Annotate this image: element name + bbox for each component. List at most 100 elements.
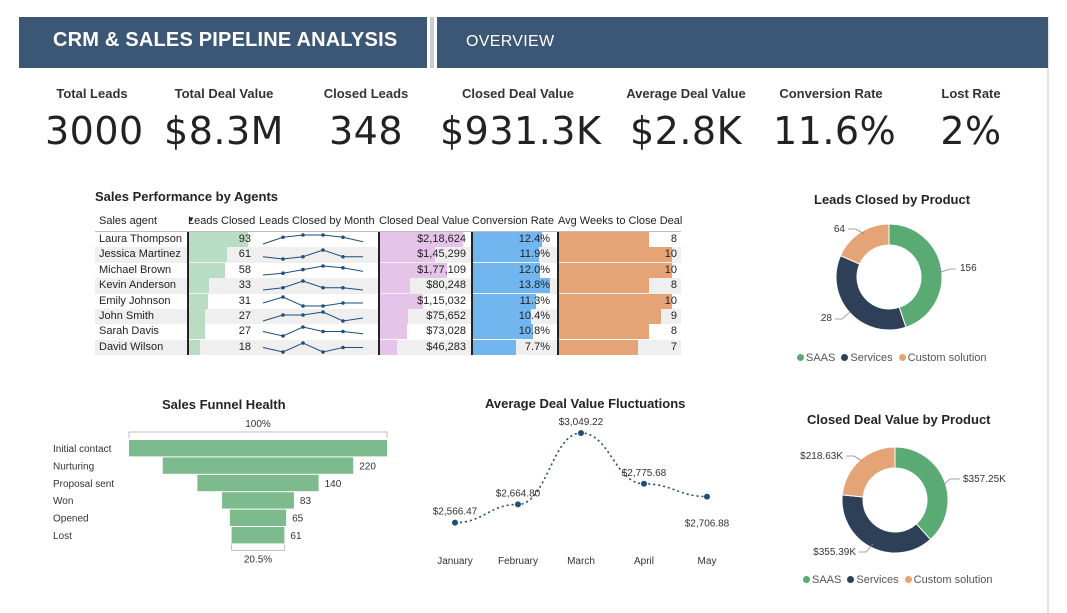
funnel-category-label: Lost <box>53 531 72 542</box>
donut-slice-services[interactable] <box>841 494 932 554</box>
cell-deal-value: $1,77,109 <box>417 263 466 276</box>
sparkline-point <box>321 248 325 253</box>
cell-deal-value: $1,15,032 <box>417 294 466 307</box>
sparkline-point <box>321 330 325 334</box>
cell-avg-weeks: 10 <box>664 248 677 261</box>
kpi-closed-leads: Closed Leads 348 <box>318 86 414 153</box>
cell-avg-weeks: 7 <box>670 340 677 353</box>
sparkline <box>262 233 364 245</box>
funnel-title: Sales Funnel Health <box>162 397 286 412</box>
col-avg-weeks[interactable]: Avg Weeks to Close Deal <box>558 215 682 227</box>
funnel-bar[interactable] <box>229 509 287 526</box>
kpi-closed-deal-value: Closed Deal Value $931.3K <box>440 86 601 153</box>
donut-slice-custom-solution[interactable] <box>839 223 890 265</box>
agents-table-title: Sales Performance by Agents <box>95 189 279 204</box>
cell-leads-closed: 27 <box>238 309 251 322</box>
table-row[interactable]: David Wilson 18 $46,283 7.7% 7 <box>95 339 681 356</box>
sparkline-point <box>301 267 305 272</box>
avg-weeks-bar <box>558 232 650 247</box>
cell-leads-closed: 33 <box>238 279 251 292</box>
cell-agent: John Smith <box>99 309 155 322</box>
line-point[interactable] <box>704 493 710 500</box>
kpi-value: 11.6% <box>773 109 897 153</box>
dashboard: CRM & SALES PIPELINE ANALYSIS OVERVIEW T… <box>0 0 1067 613</box>
leads-closed-bar <box>188 308 206 324</box>
donut-slice-services[interactable] <box>835 254 907 331</box>
line-series <box>454 432 708 524</box>
funnel-bar[interactable] <box>162 457 354 474</box>
funnel-bar[interactable] <box>129 440 387 457</box>
line-data-label: $3,049.22 <box>559 417 604 428</box>
table-row[interactable]: Emily Johnson 31 $1,15,032 11.3% 10 <box>95 293 681 309</box>
cell-deal-value: $73,028 <box>426 325 466 338</box>
line-point[interactable] <box>578 430 584 437</box>
funnel-value-label: 61 <box>290 531 302 542</box>
kpi-label: Conversion Rate <box>779 86 883 101</box>
legend-item-custom[interactable]: Custom solution <box>904 574 993 586</box>
funnel-bottom-percent: 20.5% <box>244 554 272 565</box>
legend-item-saas[interactable]: SAAS <box>803 574 841 586</box>
funnel-bar[interactable] <box>222 492 294 509</box>
legend-item-saas[interactable]: SAAS <box>797 352 835 364</box>
col-leads-closed[interactable]: Leads Closed <box>188 215 255 227</box>
sparkline-point <box>301 279 305 283</box>
line-point[interactable] <box>452 519 458 526</box>
cell-leads-closed: 27 <box>238 325 251 338</box>
legend-custom-label: Custom solution <box>907 352 987 364</box>
sparkline <box>262 263 364 276</box>
legend-item-services[interactable]: Services <box>847 574 899 586</box>
cell-leads-closed: 61 <box>238 248 251 261</box>
sparkline-point <box>341 300 345 305</box>
funnel-value-label: 140 <box>325 479 342 490</box>
donut-slice-saas[interactable] <box>894 446 949 541</box>
legend-custom-dot <box>904 576 912 583</box>
cell-conversion-rate: 10.8% <box>518 325 550 338</box>
cell-leads-closed: 58 <box>238 263 251 276</box>
legend-item-services[interactable]: Services <box>841 352 893 364</box>
funnel-value-label: 220 <box>359 461 376 472</box>
cell-leads-closed: 18 <box>238 340 251 353</box>
deal-value-by-product-donut: $357.25K $355.39K $218.63K <box>800 446 1006 558</box>
cell-deal-value: $1,45,299 <box>417 248 466 261</box>
funnel-bar[interactable] <box>197 474 319 492</box>
avg-weeks-bar <box>558 247 672 263</box>
cell-agent: Emily Johnson <box>99 294 171 307</box>
cell-conversion-rate: 12.0% <box>518 263 550 276</box>
line-data-label: $2,566.47 <box>433 507 478 518</box>
page-title: CRM & SALES PIPELINE ANALYSIS <box>53 29 398 51</box>
table-row[interactable]: Michael Brown 58 $1,77,109 12.0% 10 <box>95 262 681 278</box>
tab-overview[interactable]: OVERVIEW <box>466 33 554 51</box>
sparkline <box>262 248 363 262</box>
donut-leader-line <box>940 268 956 273</box>
avg-weeks-bar <box>558 262 672 278</box>
line-data-label: $2,706.88 <box>685 519 730 530</box>
col-leads-by-month[interactable]: Leads Closed by Month <box>259 215 375 227</box>
sparkline-line <box>262 296 363 307</box>
funnel-bar[interactable] <box>231 527 285 544</box>
sparkline-point <box>281 334 285 339</box>
sort-desc-icon[interactable]: ▼ <box>187 215 195 224</box>
col-sales-agent[interactable]: Sales agent <box>99 215 157 227</box>
table-row[interactable]: John Smith 27 $75,652 10.4% 9 <box>95 308 681 325</box>
table-row[interactable]: Jessica Martinez 61 $1,45,299 11.9% 10 <box>95 247 681 263</box>
table-row[interactable]: Laura Thompson 93 $2,18,624 12.4% 8 <box>95 232 681 247</box>
col-conversion-rate[interactable]: Conversion Rate <box>472 215 554 227</box>
line-point[interactable] <box>641 480 647 487</box>
sparkline-line <box>262 265 364 276</box>
leads-closed-separator <box>187 232 189 356</box>
sparkline-point <box>341 319 345 323</box>
avg-weeks-bar <box>558 278 650 294</box>
legend-item-custom[interactable]: Custom solution <box>898 352 987 364</box>
cell-avg-weeks: 9 <box>670 309 677 322</box>
cell-avg-weeks: 10 <box>664 294 677 307</box>
legend-custom-label: Custom solution <box>913 574 993 586</box>
col-deal-value[interactable]: Closed Deal Value <box>379 215 469 227</box>
line-point[interactable] <box>515 501 521 508</box>
x-tick-label: April <box>634 556 654 567</box>
table-row[interactable]: Kevin Anderson 33 $80,248 13.8% 8 <box>95 278 681 294</box>
sparkline-point <box>301 303 305 308</box>
cell-agent: Kevin Anderson <box>99 279 177 292</box>
kpi-label: Closed Leads <box>323 86 409 101</box>
table-row[interactable]: Sarah Davis 27 $73,028 10.8% 8 <box>95 324 681 340</box>
donut-slice-custom-solution[interactable] <box>841 446 896 498</box>
